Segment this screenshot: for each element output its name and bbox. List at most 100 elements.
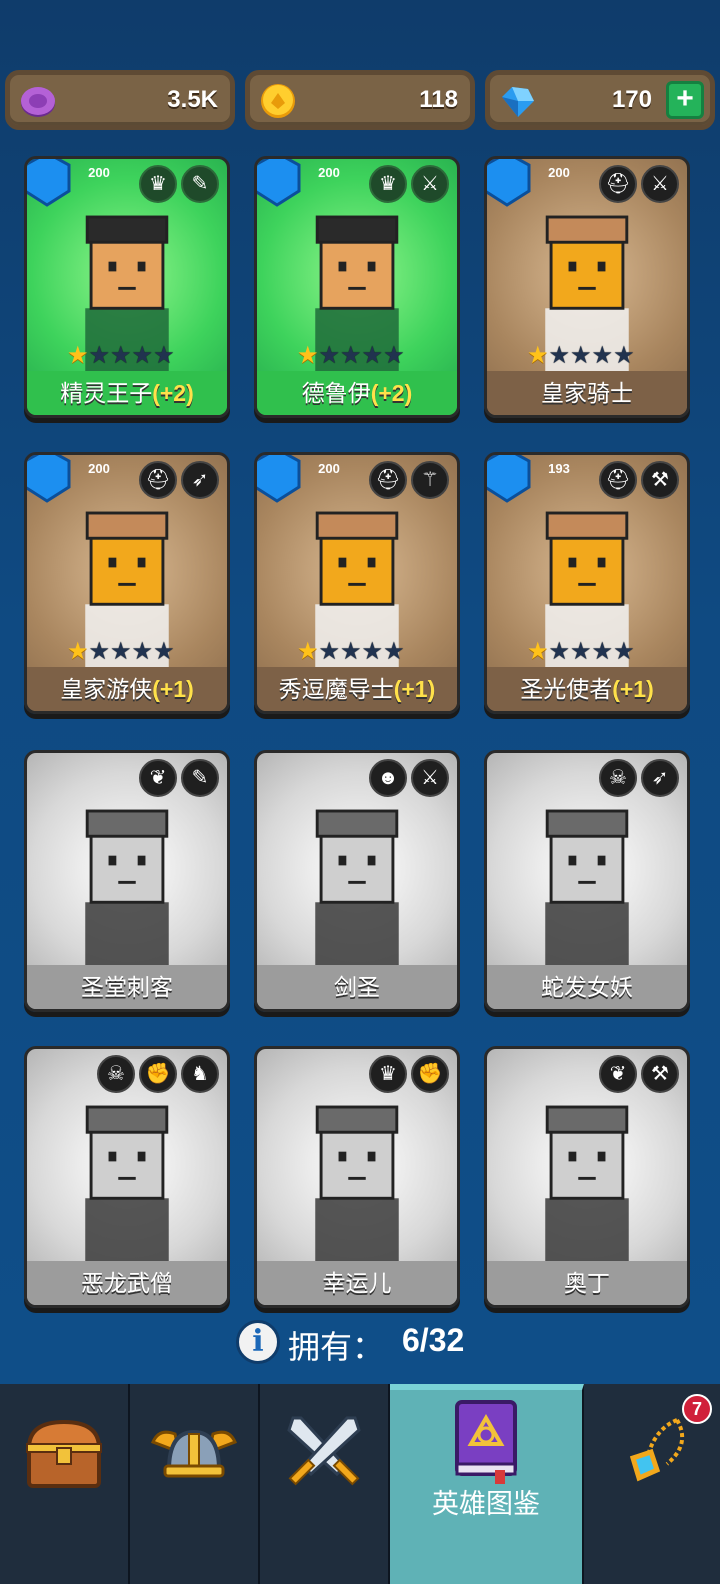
hero-bonus: (+2) — [370, 380, 413, 406]
hero-portrait — [315, 809, 399, 971]
dagger-icon: ✎ — [181, 759, 219, 797]
star-icon: ★ — [613, 638, 635, 665]
hero-card[interactable]: ✎ ❦ 圣堂刺客 — [24, 750, 230, 1012]
elf-class-icon: ♛ — [139, 165, 177, 203]
hero-name-bar: 圣光使者(+1) — [487, 667, 687, 711]
star-icon: ★ — [318, 638, 341, 665]
dagger-icon: ✎ — [181, 165, 219, 203]
star-icon: ★ — [110, 638, 132, 665]
staff-icon: ⚚ — [411, 461, 449, 499]
hero-card[interactable]: 200 ➶ ⛑ ★★★★★ 皇家游侠(+1) — [24, 452, 230, 714]
star-icon: ★ — [131, 342, 154, 369]
star-icon: ★ — [131, 638, 154, 665]
hero-name: 皇家骑士 — [541, 380, 633, 406]
hero-portrait — [545, 809, 629, 971]
hero-name-bar: 圣堂刺客 — [27, 965, 227, 1009]
hero-name: 幸运儿 — [322, 1270, 392, 1296]
hero-name-bar: 剑圣 — [257, 965, 457, 1009]
hero-name-bar: 幸运儿 — [257, 1261, 457, 1305]
star-icon: ★ — [383, 638, 405, 665]
star-icon: ★ — [361, 638, 384, 665]
level-value: 193 — [548, 461, 570, 476]
hero-name-bar: 秀逗魔导士(+1) — [257, 667, 457, 711]
star-icon: ★ — [340, 342, 362, 369]
star-rating: ★★★★★ — [527, 343, 635, 369]
helmet-class-icon: ⛑ — [139, 461, 177, 499]
hero-card[interactable]: ➶ ☠ 蛇发女妖 — [484, 750, 690, 1012]
nav-battle[interactable] — [260, 1384, 390, 1584]
bow-icon: ➶ — [641, 759, 679, 797]
star-rating: ★★★★★ — [67, 639, 175, 665]
helmet-class-icon: ⛑ — [369, 461, 407, 499]
fist-icon: ✊ — [139, 1055, 177, 1093]
hero-card[interactable]: ✊ ♛ 幸运儿 — [254, 1046, 460, 1308]
star-icon: ★ — [527, 342, 549, 369]
spellbook-icon — [455, 1400, 517, 1484]
hero-card[interactable]: ♞ ✊ ☠ 恶龙武僧 — [24, 1046, 230, 1308]
info-icon[interactable]: i — [236, 1320, 280, 1364]
level-badge: 200 — [257, 455, 340, 503]
hero-bonus: (+2) — [152, 380, 194, 406]
gem-counter[interactable]: 170 + — [485, 70, 715, 130]
hexagon-badge-icon — [257, 455, 301, 503]
add-gems-button[interactable]: + — [666, 81, 704, 119]
hero-name: 奥丁 — [564, 1270, 610, 1296]
hero-card[interactable]: 193 ⚒ ⛑ ★★★★★ 圣光使者(+1) — [484, 452, 690, 714]
sword-icon: ⚔ — [411, 165, 449, 203]
hero-portrait — [85, 809, 169, 971]
owned-label: 拥有： — [288, 1329, 385, 1365]
hammer-icon: ⚒ — [641, 1055, 679, 1093]
sword-icon: ⚔ — [641, 165, 679, 203]
fist-icon: ✊ — [411, 1055, 449, 1093]
hexagon-badge-icon — [487, 455, 531, 503]
crossed-swords-icon — [287, 1416, 361, 1486]
level-badge: 200 — [27, 159, 110, 207]
hero-card[interactable]: 200 ⚔ ⛑ ★★★★★ 皇家骑士 — [484, 156, 690, 418]
hero-name-bar: 精灵王子(+2) — [27, 371, 227, 415]
essence-counter[interactable]: 3.5K — [5, 70, 235, 130]
nav-chest[interactable] — [0, 1384, 130, 1584]
hero-card[interactable]: 200 ✎ ♛ ★★★★★ 精灵王子(+2) — [24, 156, 230, 418]
bow-icon: ➶ — [181, 461, 219, 499]
nav-heroes[interactable] — [130, 1384, 260, 1584]
hero-name-bar: 皇家游侠(+1) — [27, 667, 227, 711]
hero-name: 圣光使者 — [520, 676, 613, 702]
star-icon: ★ — [548, 342, 571, 369]
star-icon: ★ — [548, 638, 571, 665]
nav-amulet[interactable]: 7 — [584, 1384, 720, 1584]
level-badge: 200 — [257, 159, 340, 207]
star-icon: ★ — [88, 638, 111, 665]
star-icon: ★ — [591, 638, 614, 665]
star-rating: ★★★★★ — [527, 639, 635, 665]
gold-coin-icon — [261, 84, 295, 118]
hero-card[interactable]: ⚔ ☻ 剑圣 — [254, 750, 460, 1012]
hero-bonus: (+1) — [612, 676, 654, 702]
hero-name-bar: 恶龙武僧 — [27, 1261, 227, 1305]
hero-name-bar: 奥丁 — [487, 1261, 687, 1305]
blue-gem-icon — [502, 87, 534, 117]
winged-emblem-icon: ❦ — [139, 759, 177, 797]
star-icon: ★ — [110, 342, 132, 369]
hammer-icon: ⚒ — [641, 461, 679, 499]
elf-class-icon: ♛ — [369, 165, 407, 203]
hero-card[interactable]: ⚒ ❦ 奥丁 — [484, 1046, 690, 1308]
star-icon: ★ — [67, 638, 89, 665]
level-badge: 193 — [487, 455, 570, 503]
hero-bonus: (+1) — [152, 676, 194, 702]
star-icon: ★ — [88, 342, 111, 369]
hero-portrait — [545, 1105, 629, 1267]
star-icon: ★ — [591, 342, 614, 369]
demon-skull-icon: ☠ — [97, 1055, 135, 1093]
star-icon: ★ — [153, 342, 175, 369]
hero-name: 圣堂刺客 — [81, 974, 173, 1000]
hero-card[interactable]: 200 ⚔ ♛ ★★★★★ 德鲁伊(+2) — [254, 156, 460, 418]
gold-counter[interactable]: 118 — [245, 70, 475, 130]
nav-codex-label: 英雄图鉴 — [432, 1489, 540, 1519]
level-badge: 200 — [487, 159, 570, 207]
hero-card[interactable]: 200 ⚚ ⛑ ★★★★★ 秀逗魔导士(+1) — [254, 452, 460, 714]
star-icon: ★ — [297, 342, 319, 369]
purple-disc-icon — [21, 87, 55, 117]
hero-portrait — [85, 1105, 169, 1267]
nav-codex[interactable]: 英雄图鉴 — [390, 1384, 584, 1584]
star-rating: ★★★★★ — [297, 343, 405, 369]
